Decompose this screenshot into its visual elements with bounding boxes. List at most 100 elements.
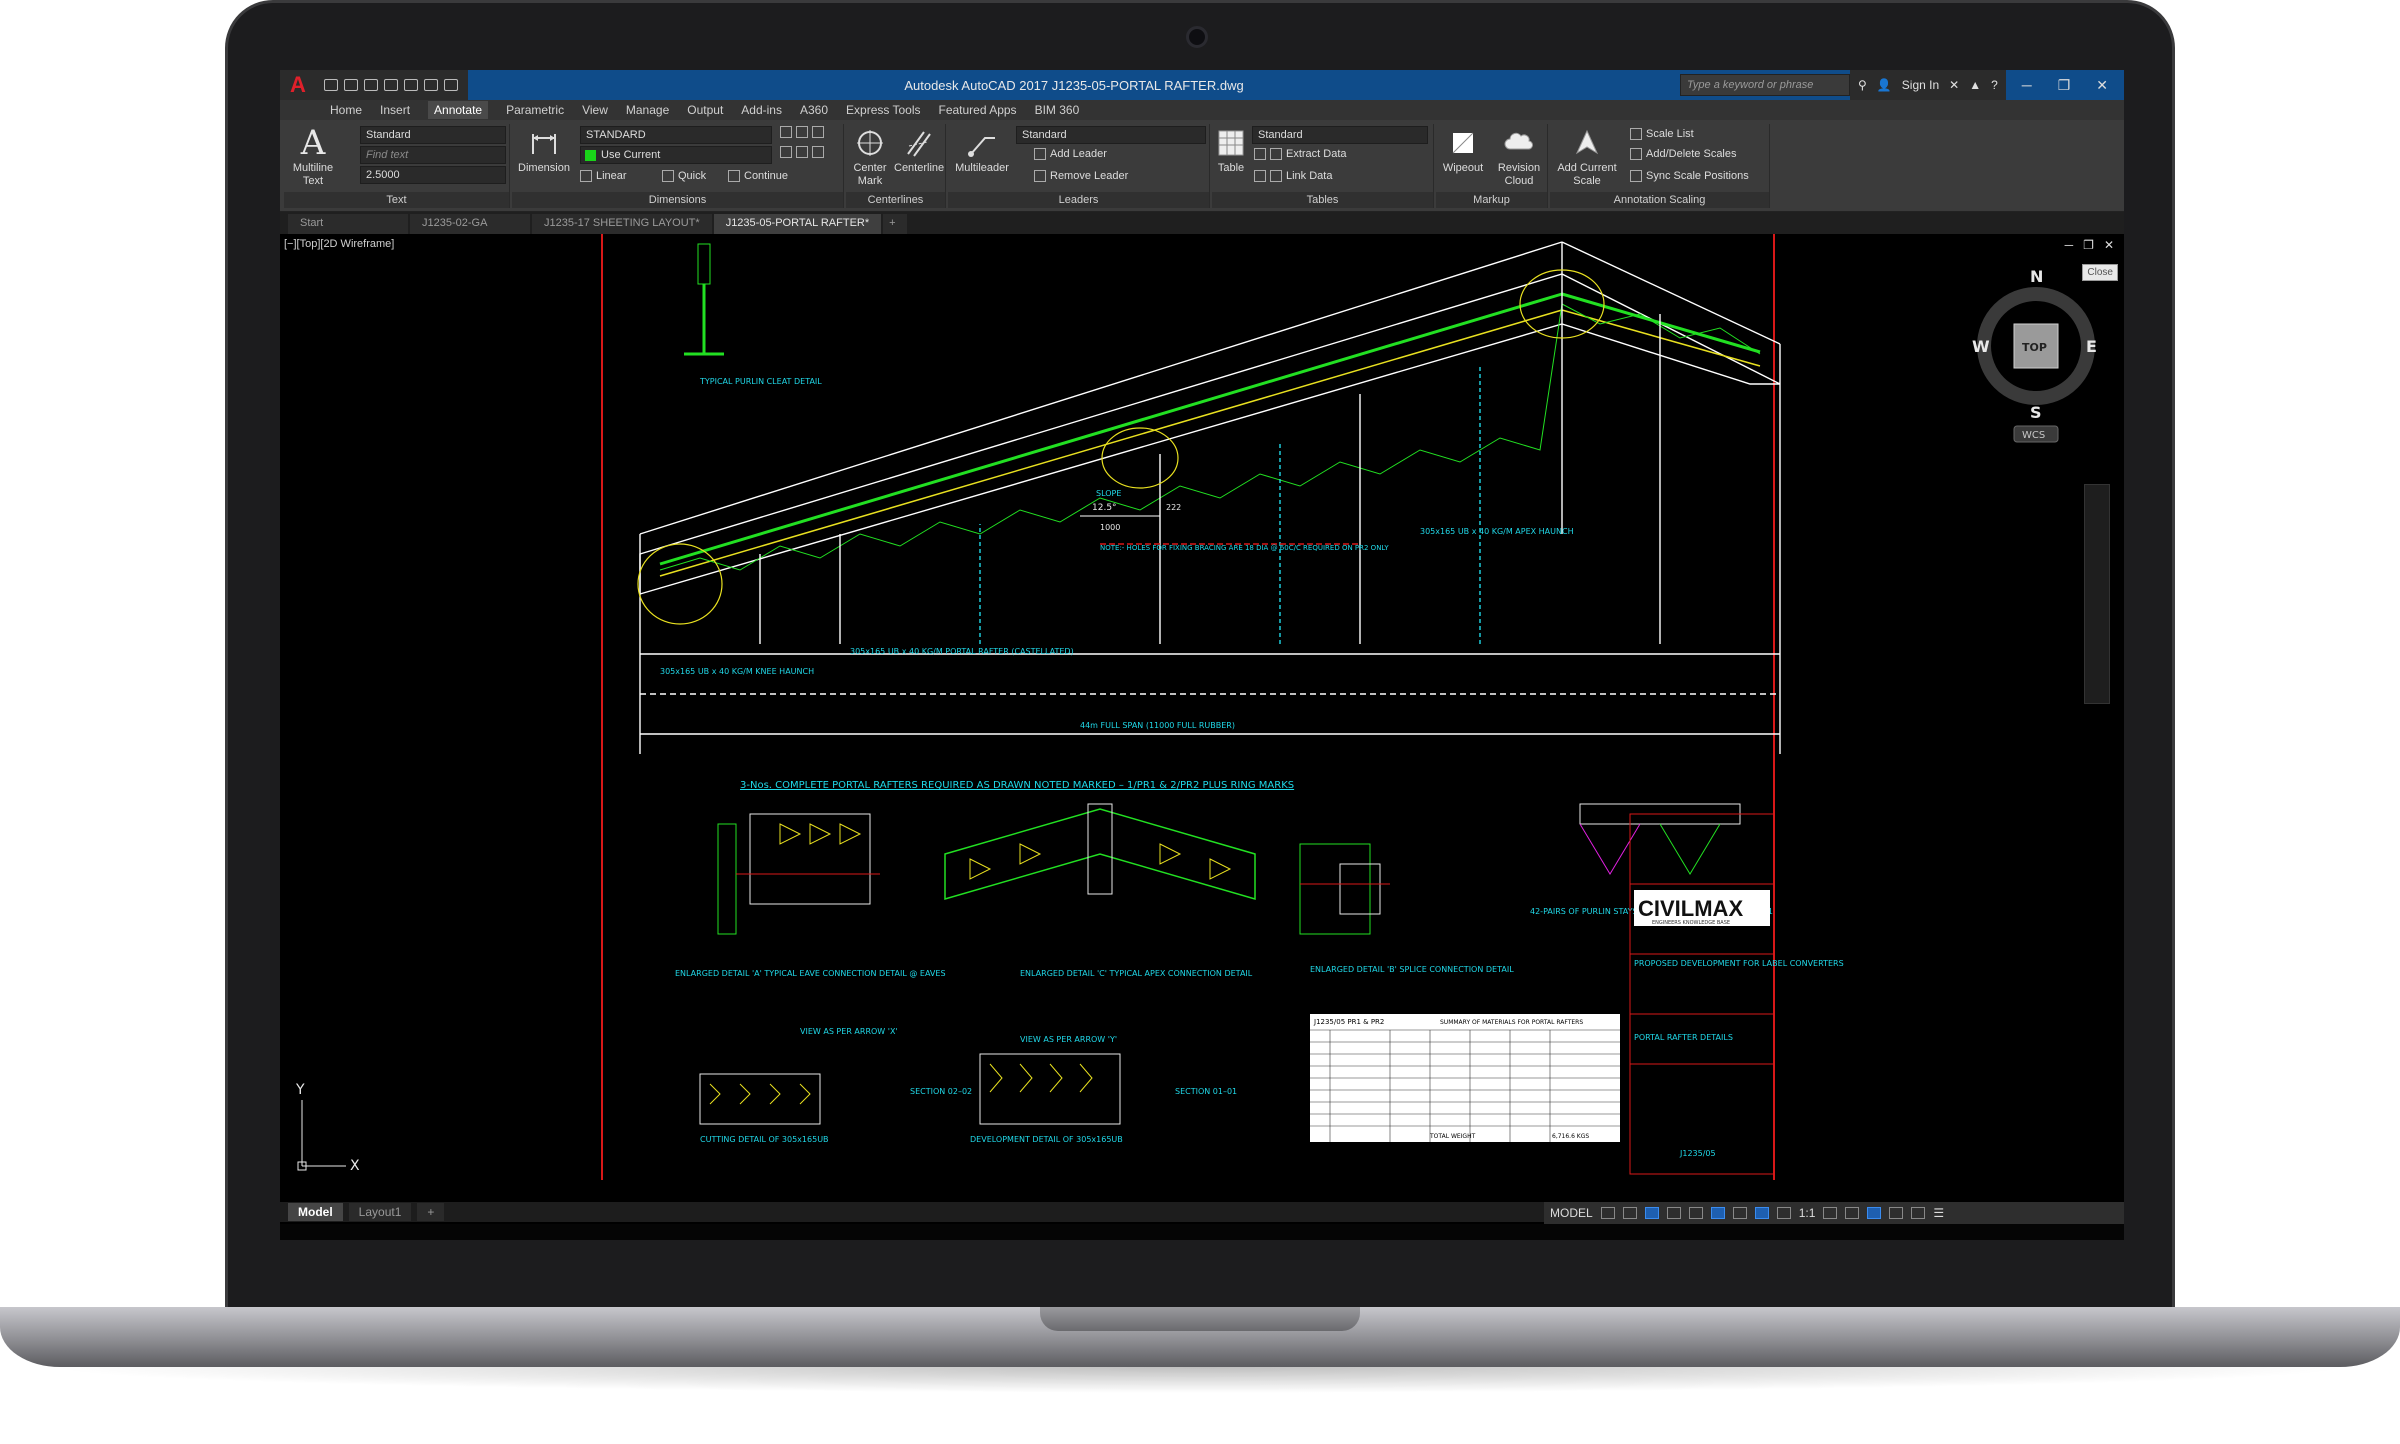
new-tab-icon[interactable]: +	[883, 214, 908, 234]
redo-icon[interactable]	[444, 79, 458, 91]
dim-tool-icon[interactable]	[780, 126, 792, 138]
ribbon-tab-parametric[interactable]: Parametric	[506, 103, 564, 117]
autodesk-icon[interactable]: ▲	[1969, 78, 1981, 92]
wipeout-button[interactable]: Wipeout	[1438, 126, 1488, 175]
text-style-select[interactable]: Standard	[360, 126, 506, 144]
lineweight-icon[interactable]	[1732, 1207, 1747, 1219]
doc-tab[interactable]: J1235-05-PORTAL RAFTER*	[713, 214, 882, 234]
panel-title-dimensions[interactable]: Dimensions	[512, 192, 843, 208]
exchange-icon[interactable]: ✕	[1949, 78, 1959, 92]
dim-tool-icon[interactable]	[796, 146, 808, 158]
clean-screen-icon[interactable]	[1911, 1207, 1926, 1219]
print-icon[interactable]	[404, 79, 418, 91]
add-layout-icon[interactable]: +	[417, 1203, 445, 1221]
grid-icon[interactable]	[1600, 1207, 1615, 1219]
help-icon[interactable]: ?	[1991, 78, 1998, 92]
extract-data-button[interactable]: Extract Data	[1254, 148, 1347, 160]
customization-icon[interactable]: ☰	[1933, 1206, 1944, 1220]
multileader-button[interactable]: Multileader	[950, 126, 1014, 175]
snap-icon[interactable]	[1622, 1207, 1637, 1219]
annotation-scale-button[interactable]: 1:1	[1799, 1206, 1816, 1220]
open-icon[interactable]	[344, 79, 358, 91]
workspace-icon[interactable]	[1823, 1207, 1838, 1219]
dim-tool-icon[interactable]	[812, 146, 824, 158]
ribbon-tab-express-tools[interactable]: Express Tools	[846, 103, 920, 117]
hardware-acceleration-icon[interactable]	[1889, 1207, 1904, 1219]
center-mark-button[interactable]: Center Mark	[848, 126, 892, 188]
ribbon-tab-manage[interactable]: Manage	[626, 103, 669, 117]
new-icon[interactable]	[324, 79, 338, 91]
doc-tab[interactable]: Start	[288, 214, 408, 234]
ribbon-tab-view[interactable]: View	[582, 103, 608, 117]
application-menu-button[interactable]: A	[280, 70, 316, 100]
scale-list-button[interactable]: Scale List	[1630, 128, 1694, 140]
add-current-scale-button[interactable]: Add Current Scale	[1552, 126, 1622, 188]
dim-layer-select[interactable]: Use Current	[580, 146, 772, 164]
dim-tool-icon[interactable]	[796, 126, 808, 138]
centerline-button[interactable]: Centerline	[894, 126, 944, 175]
polar-icon[interactable]	[1666, 1207, 1681, 1219]
annotation-visibility-icon[interactable]	[1754, 1207, 1769, 1219]
linear-icon	[580, 170, 592, 182]
purlin-label: TYPICAL PURLIN CLEAT DETAIL	[699, 377, 822, 386]
add-leader-button[interactable]: Add Leader	[1034, 148, 1107, 160]
binoculars-icon[interactable]: ⚲	[1858, 78, 1867, 92]
ribbon-tab-add-ins[interactable]: Add-ins	[741, 103, 782, 117]
multiline-text-button[interactable]: A Multiline Text	[288, 126, 338, 188]
isodraft-icon[interactable]	[1688, 1207, 1703, 1219]
remove-leader-button[interactable]: Remove Leader	[1034, 170, 1128, 182]
undo-icon[interactable]	[424, 79, 438, 91]
plus-icon[interactable]	[1845, 1207, 1860, 1219]
ribbon-tab-insert[interactable]: Insert	[380, 103, 410, 117]
doc-tab[interactable]: J1235-17 SHEETING LAYOUT*	[532, 214, 712, 234]
sync-scale-positions-button[interactable]: Sync Scale Positions	[1630, 170, 1749, 182]
layout-tab[interactable]: Model	[288, 1203, 343, 1221]
compass-s: S	[2030, 403, 2042, 422]
navigation-bar[interactable]	[2084, 484, 2110, 704]
panel-title-text[interactable]: Text	[284, 192, 509, 208]
table-button[interactable]: Table	[1214, 126, 1248, 175]
ribbon-tab-bim-360[interactable]: BIM 360	[1035, 103, 1080, 117]
dimension-button[interactable]: Dimension	[514, 126, 574, 175]
dim-tool-icon[interactable]	[812, 126, 824, 138]
table-tool-icon[interactable]	[1270, 148, 1282, 160]
sign-in-button[interactable]: Sign In	[1902, 78, 1939, 92]
revision-cloud-button[interactable]: Revision Cloud	[1492, 126, 1546, 188]
ortho-icon[interactable]	[1644, 1207, 1659, 1219]
ribbon-tab-output[interactable]: Output	[687, 103, 723, 117]
table-style-select[interactable]: Standard	[1252, 126, 1428, 144]
ribbon-tab-a360[interactable]: A360	[800, 103, 828, 117]
continue-button[interactable]: Continue	[728, 170, 788, 182]
minimize-icon[interactable]: ─	[2022, 77, 2032, 94]
layer-color-swatch	[585, 150, 596, 161]
annotation-autoscale-icon[interactable]	[1776, 1207, 1791, 1219]
find-text-input[interactable]: Find text	[360, 146, 506, 164]
doc-tab[interactable]: J1235-02-GA	[410, 214, 530, 234]
quick-button[interactable]: Quick	[662, 170, 706, 182]
leader-style-select[interactable]: Standard	[1016, 126, 1206, 144]
table-tool-icon[interactable]	[1270, 170, 1282, 182]
close-icon[interactable]: ✕	[2096, 77, 2108, 94]
ribbon-tab-home[interactable]: Home	[330, 103, 362, 117]
dim-style-select[interactable]: STANDARD	[580, 126, 772, 144]
add-delete-scales-button[interactable]: Add/Delete Scales	[1630, 148, 1737, 160]
link-data-button[interactable]: Link Data	[1254, 170, 1332, 182]
ribbon-tab-annotate[interactable]: Annotate	[428, 101, 489, 119]
model-space-button[interactable]: MODEL	[1550, 1206, 1593, 1220]
restore-icon[interactable]: ❐	[2058, 77, 2071, 94]
drawing-canvas[interactable]: [−][Top][2D Wireframe] ─ ❐ ✕ Close TYPIC…	[280, 234, 2124, 1202]
ribbon-tab-featured-apps[interactable]: Featured Apps	[939, 103, 1017, 117]
save-as-icon[interactable]	[384, 79, 398, 91]
panel-annotation-scaling: Add Current Scale Scale List Add/Delete …	[1550, 124, 1770, 208]
panel-title-leaders[interactable]: Leaders	[948, 192, 1209, 208]
panel-title-tables[interactable]: Tables	[1212, 192, 1433, 208]
search-input[interactable]: Type a keyword or phrase	[1680, 74, 1851, 96]
isolate-icon[interactable]	[1867, 1207, 1882, 1219]
detail-b-drawing	[1299, 843, 1390, 935]
object-snap-icon[interactable]	[1710, 1207, 1725, 1219]
text-height-select[interactable]: 2.5000	[360, 166, 506, 184]
save-icon[interactable]	[364, 79, 378, 91]
linear-button[interactable]: Linear	[580, 170, 627, 182]
layout-tab[interactable]: Layout1	[348, 1203, 412, 1221]
dim-tool-icon[interactable]	[780, 146, 792, 158]
